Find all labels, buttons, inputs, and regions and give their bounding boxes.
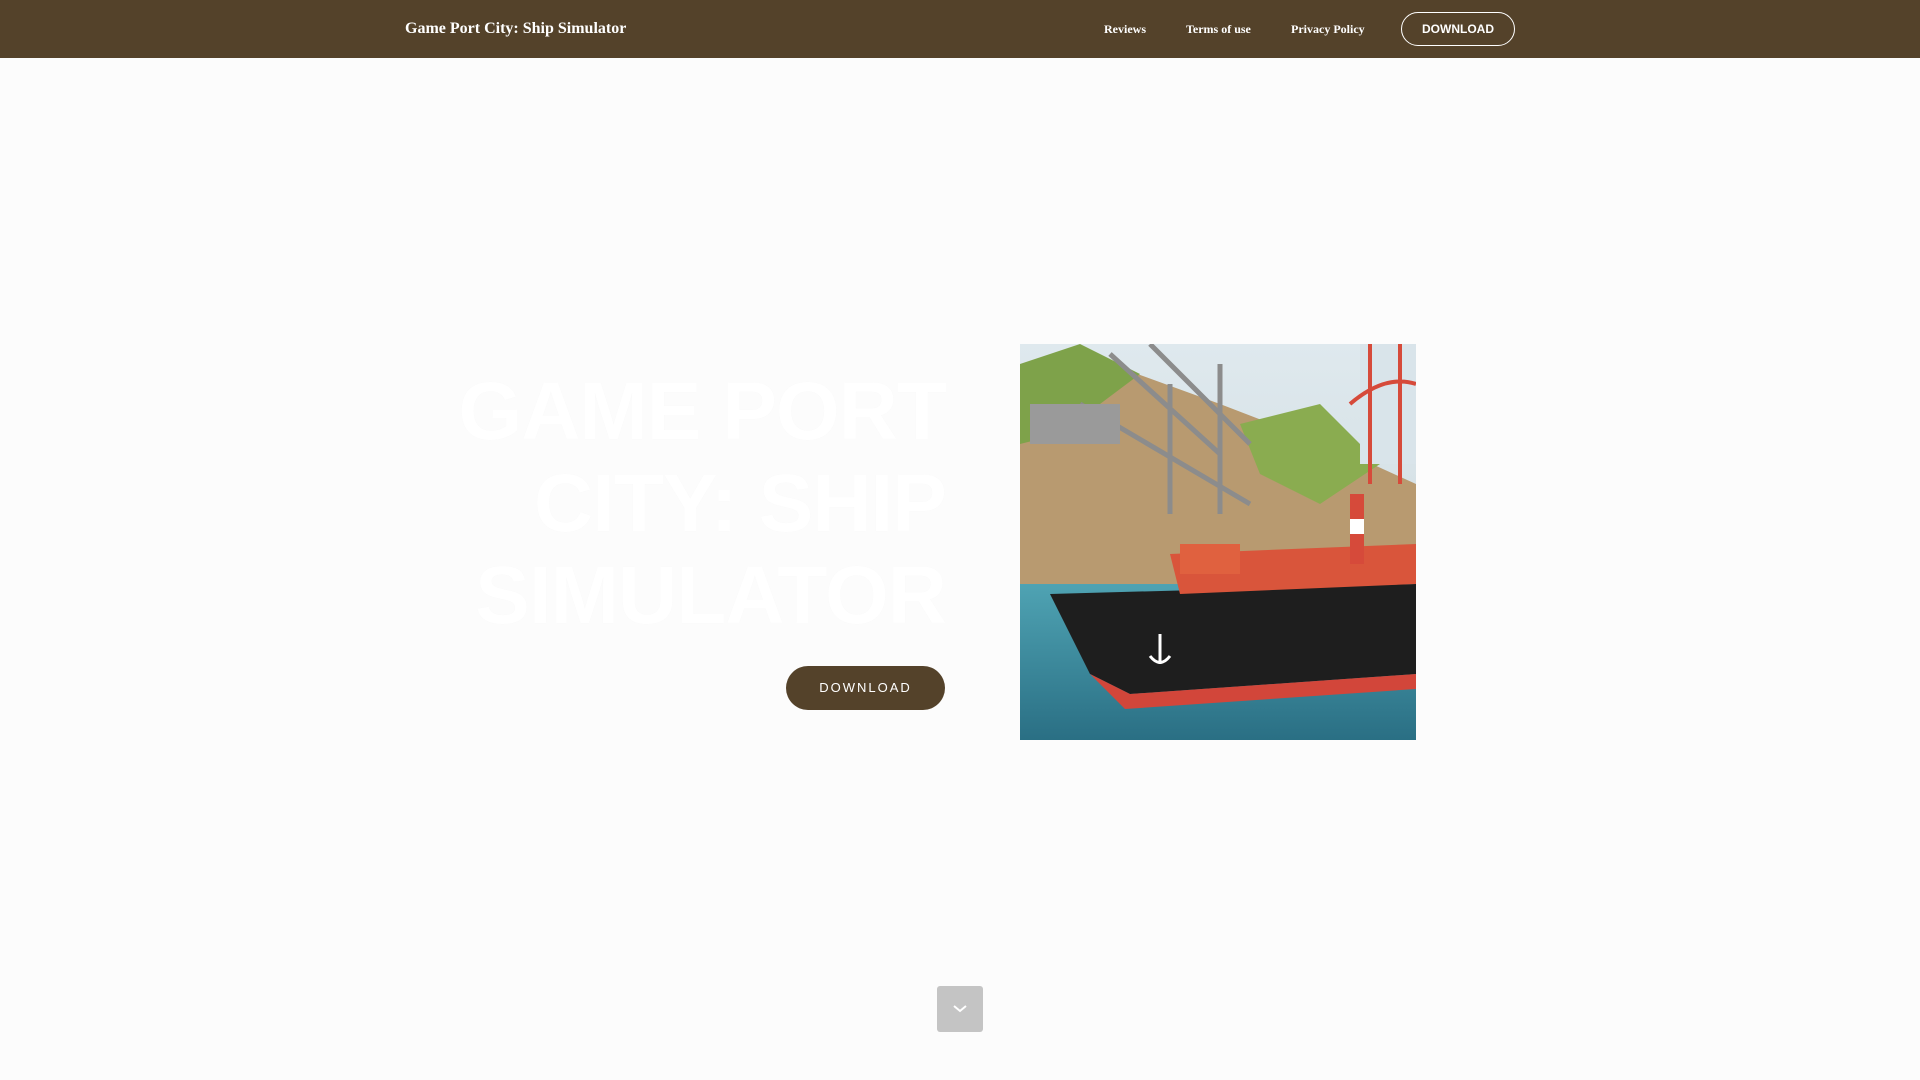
- game-artwork-image: [1020, 344, 1416, 740]
- hero-title: GAME PORT CITY: SHIP SIMULATOR: [458, 366, 947, 641]
- hero-download-button[interactable]: DOWNLOAD: [786, 666, 945, 710]
- site-header: Game Port City: Ship Simulator Reviews T…: [0, 0, 1920, 58]
- nav-terms-of-use[interactable]: Terms of use: [1186, 0, 1251, 58]
- header-download-button[interactable]: DOWNLOAD: [1401, 12, 1515, 46]
- scroll-down-button[interactable]: [937, 986, 983, 1032]
- chevron-down-icon: [953, 1005, 967, 1013]
- nav-privacy-policy[interactable]: Privacy Policy: [1291, 0, 1365, 58]
- nav-reviews[interactable]: Reviews: [1104, 0, 1146, 58]
- brand-link[interactable]: Game Port City: Ship Simulator: [405, 0, 626, 58]
